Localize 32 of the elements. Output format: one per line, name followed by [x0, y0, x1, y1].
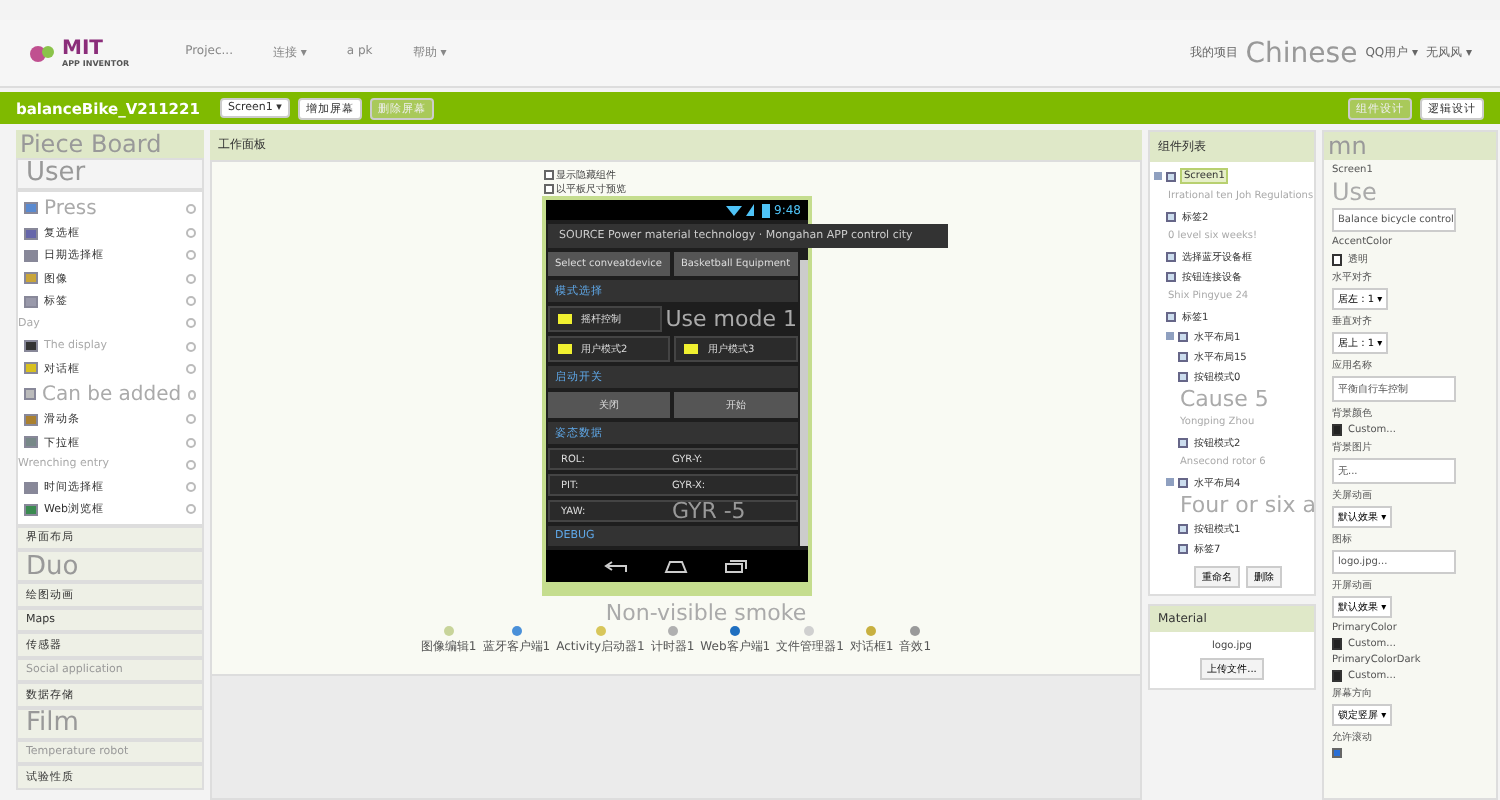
help-icon[interactable] [186, 203, 196, 213]
overlay-text: Non-visible smoke [605, 600, 807, 626]
back-icon[interactable] [603, 559, 628, 573]
signal-icon [726, 204, 759, 216]
indicator-icon [557, 314, 571, 324]
panel-title: mn [1324, 132, 1496, 160]
recent-apps-icon[interactable] [724, 559, 749, 573]
overlay-text: Four or six a [1178, 492, 1318, 518]
battery-icon [762, 203, 771, 217]
checkbox[interactable] [544, 170, 554, 180]
home-icon[interactable] [663, 559, 688, 573]
overlay-text: GYR -5 [672, 498, 748, 524]
indicator-icon [684, 344, 698, 354]
scrollbar[interactable] [799, 260, 807, 546]
checkbox[interactable] [1332, 748, 1342, 758]
panel-title: Piece Board [16, 130, 204, 158]
help-icon[interactable] [187, 389, 196, 400]
component-icon [1166, 171, 1176, 181]
component-icon [1178, 477, 1188, 487]
bee-icon [28, 41, 56, 65]
expand-toggle[interactable] [1154, 172, 1162, 180]
component-icon [1166, 211, 1176, 221]
component-icon [1178, 437, 1188, 447]
help-icon[interactable] [186, 414, 196, 425]
expand-toggle[interactable] [1166, 478, 1174, 486]
overlay-text: Cause 5 [1178, 386, 1271, 412]
expand-toggle[interactable] [1166, 332, 1174, 340]
overlay-text: Use [1332, 180, 1379, 204]
checkbox[interactable] [544, 184, 554, 194]
indicator-icon [557, 344, 571, 354]
help-icon[interactable] [186, 273, 196, 284]
overlay-text: Use mode 1 [665, 306, 797, 332]
